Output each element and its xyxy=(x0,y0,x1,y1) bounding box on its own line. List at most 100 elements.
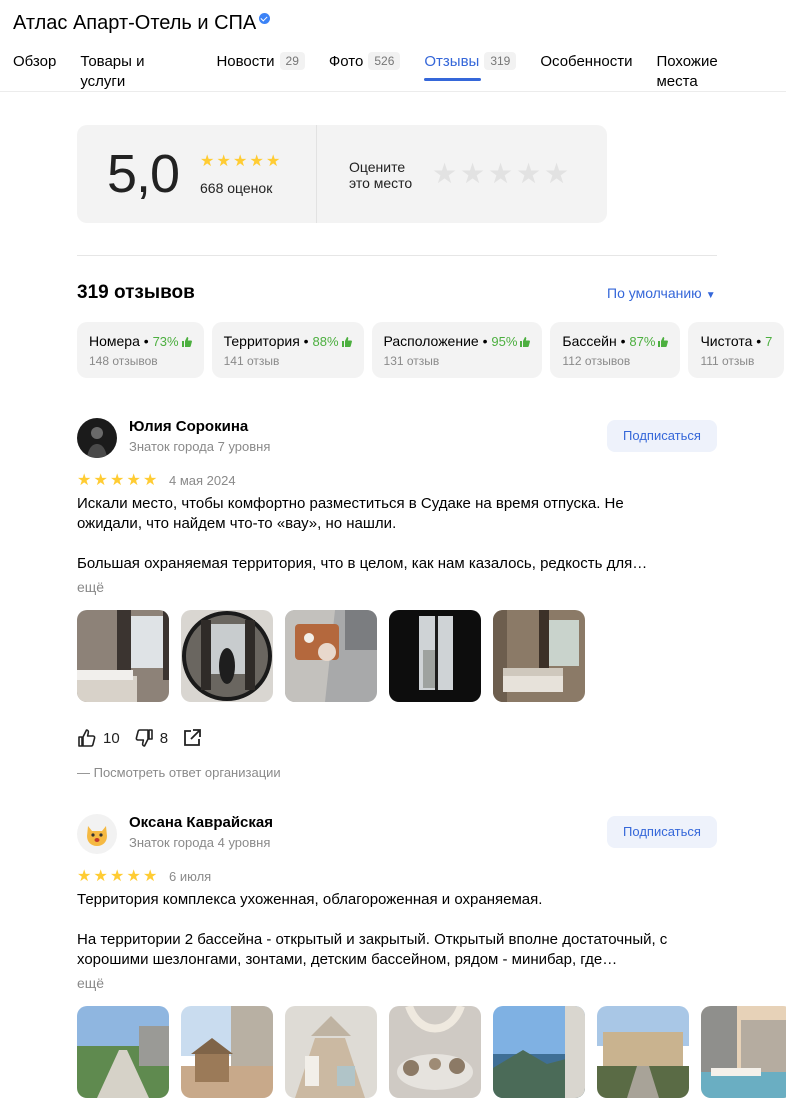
view-organization-answer-link[interactable]: — Посмотреть ответ организации xyxy=(77,765,281,781)
review-photo[interactable] xyxy=(701,1006,786,1098)
aspect-percent: 7 xyxy=(765,334,773,349)
thumbs-up-icon xyxy=(658,337,669,347)
rate-star-1-icon[interactable] xyxy=(432,161,460,189)
tab-goods-services[interactable]: Товары и услуги xyxy=(80,52,192,90)
star-icon xyxy=(266,154,282,170)
tab-photos[interactable]: Фото 526 xyxy=(329,52,401,82)
review-photo[interactable] xyxy=(597,1006,689,1098)
star-icon xyxy=(217,154,233,170)
aspect-percent: 88% xyxy=(312,334,339,349)
verified-badge-icon xyxy=(259,12,271,24)
read-more-link[interactable]: ещё xyxy=(77,974,104,992)
tab-news[interactable]: Новости 29 xyxy=(216,52,305,82)
aspect-count: 131 отзыв xyxy=(383,354,440,368)
star-icon xyxy=(94,869,110,885)
review-photo[interactable] xyxy=(493,610,585,702)
tab-label: Фото xyxy=(328,53,364,70)
tab-label: Обзор xyxy=(13,53,57,70)
tab-label: Особенности xyxy=(540,53,633,70)
tab-features[interactable]: Особенности xyxy=(540,52,632,82)
review-photos xyxy=(77,1006,786,1098)
rate-star-4-icon[interactable] xyxy=(516,161,544,189)
thumbs-down-icon xyxy=(135,729,153,747)
rate-star-5-icon[interactable] xyxy=(544,161,572,189)
review-photo[interactable] xyxy=(181,610,273,702)
thumbs-up-icon xyxy=(341,337,352,347)
aspect-name: Бассейн xyxy=(562,333,617,349)
subscribe-button[interactable]: Подписаться xyxy=(607,816,717,848)
rate-place-label: Оцените это место xyxy=(349,159,413,191)
tab-similar-places[interactable]: Похожие места xyxy=(656,52,762,90)
tabs-divider xyxy=(0,91,786,92)
review-reactions: 10 8 xyxy=(77,728,216,748)
aspect-chip-cleanliness[interactable]: Чистота • 7 111 отзыв xyxy=(688,322,785,378)
aspect-chip-location[interactable]: Расположение • 95% 131 отзыв xyxy=(371,322,543,378)
review-photo[interactable] xyxy=(285,1006,377,1098)
page-title: Атлас Апарт-Отель и СПА xyxy=(13,12,257,34)
thumbs-up-icon xyxy=(78,729,96,747)
aspect-name: Территория xyxy=(223,333,300,349)
card-divider xyxy=(316,125,317,223)
star-icon xyxy=(94,473,110,489)
review-photo[interactable] xyxy=(285,610,377,702)
aspect-count: 141 отзыв xyxy=(223,354,280,368)
reviews-count-heading: 319 отзывов xyxy=(77,282,195,303)
aspect-count: 148 отзывов xyxy=(89,354,158,368)
tab-bar: Обзор Товары и услуги Новости 29 Фото 526 … xyxy=(13,52,786,90)
review-stars xyxy=(77,473,160,489)
thumbs-up-icon xyxy=(181,337,192,347)
aspect-count: 111 отзыв xyxy=(700,354,755,368)
read-more-link[interactable]: ещё xyxy=(77,578,104,596)
tab-label: Отзывы xyxy=(424,53,480,70)
star-icon xyxy=(233,154,249,170)
star-icon xyxy=(110,473,126,489)
tab-overview[interactable]: Обзор xyxy=(13,52,56,82)
tab-label: Товары и услуги xyxy=(80,53,145,90)
aspect-count: 112 отзывов xyxy=(562,354,631,368)
review-date: 4 мая 2024 xyxy=(169,473,236,488)
review-photo[interactable] xyxy=(389,610,481,702)
review-photo[interactable] xyxy=(77,1006,169,1098)
aspect-percent: 87% xyxy=(629,334,656,349)
aspect-chip-rooms[interactable]: Номера • 73% 148 отзывов xyxy=(77,322,204,378)
avatar[interactable] xyxy=(77,814,117,854)
review-photo[interactable] xyxy=(181,1006,273,1098)
like-button[interactable]: 10 xyxy=(77,728,120,748)
aspect-name: Номера xyxy=(89,333,140,349)
thumbs-up-icon xyxy=(520,337,531,347)
average-rating-stars xyxy=(200,154,283,170)
star-icon xyxy=(250,154,266,170)
review-photo[interactable] xyxy=(493,1006,585,1098)
star-icon xyxy=(200,154,216,170)
rate-place-stars xyxy=(432,161,572,189)
review-card: Юлия Сорокина Знаток города 7 уровня Под… xyxy=(77,418,717,788)
star-icon xyxy=(127,473,143,489)
tab-reviews[interactable]: Отзывы 319 xyxy=(424,52,517,82)
tab-count-badge: 29 xyxy=(279,52,305,70)
rate-star-3-icon[interactable] xyxy=(488,161,516,189)
review-author-level: Знаток города 4 уровня xyxy=(129,835,271,850)
review-photos xyxy=(77,610,786,702)
subscribe-button[interactable]: Подписаться xyxy=(607,420,717,452)
share-icon xyxy=(184,729,201,746)
sort-dropdown[interactable]: По умолчанию ▼ xyxy=(607,284,716,305)
share-button[interactable] xyxy=(182,728,202,748)
aspect-filters: Номера • 73% 148 отзывов Территория • 88… xyxy=(77,322,786,378)
review-date: 6 июля xyxy=(169,869,212,884)
place-title-row: Атлас Апарт-Отель и СПА xyxy=(13,11,271,35)
sort-label: По умолчанию xyxy=(607,285,702,301)
aspect-chip-territory[interactable]: Территория • 88% 141 отзыв xyxy=(211,322,364,378)
review-author-name: Оксана Каврайская xyxy=(129,814,273,831)
review-photo[interactable] xyxy=(77,610,169,702)
star-icon xyxy=(143,473,159,489)
review-author-level: Знаток города 7 уровня xyxy=(129,439,271,454)
star-icon xyxy=(110,869,126,885)
avatar[interactable] xyxy=(77,418,117,458)
review-photo[interactable] xyxy=(389,1006,481,1098)
dislike-button[interactable]: 8 xyxy=(134,728,168,748)
star-icon xyxy=(77,473,93,489)
aspect-chip-pool[interactable]: Бассейн • 87% 112 отзывов xyxy=(550,322,681,378)
star-icon xyxy=(143,869,159,885)
rate-star-2-icon[interactable] xyxy=(460,161,488,189)
aspect-name: Расположение xyxy=(383,333,479,349)
